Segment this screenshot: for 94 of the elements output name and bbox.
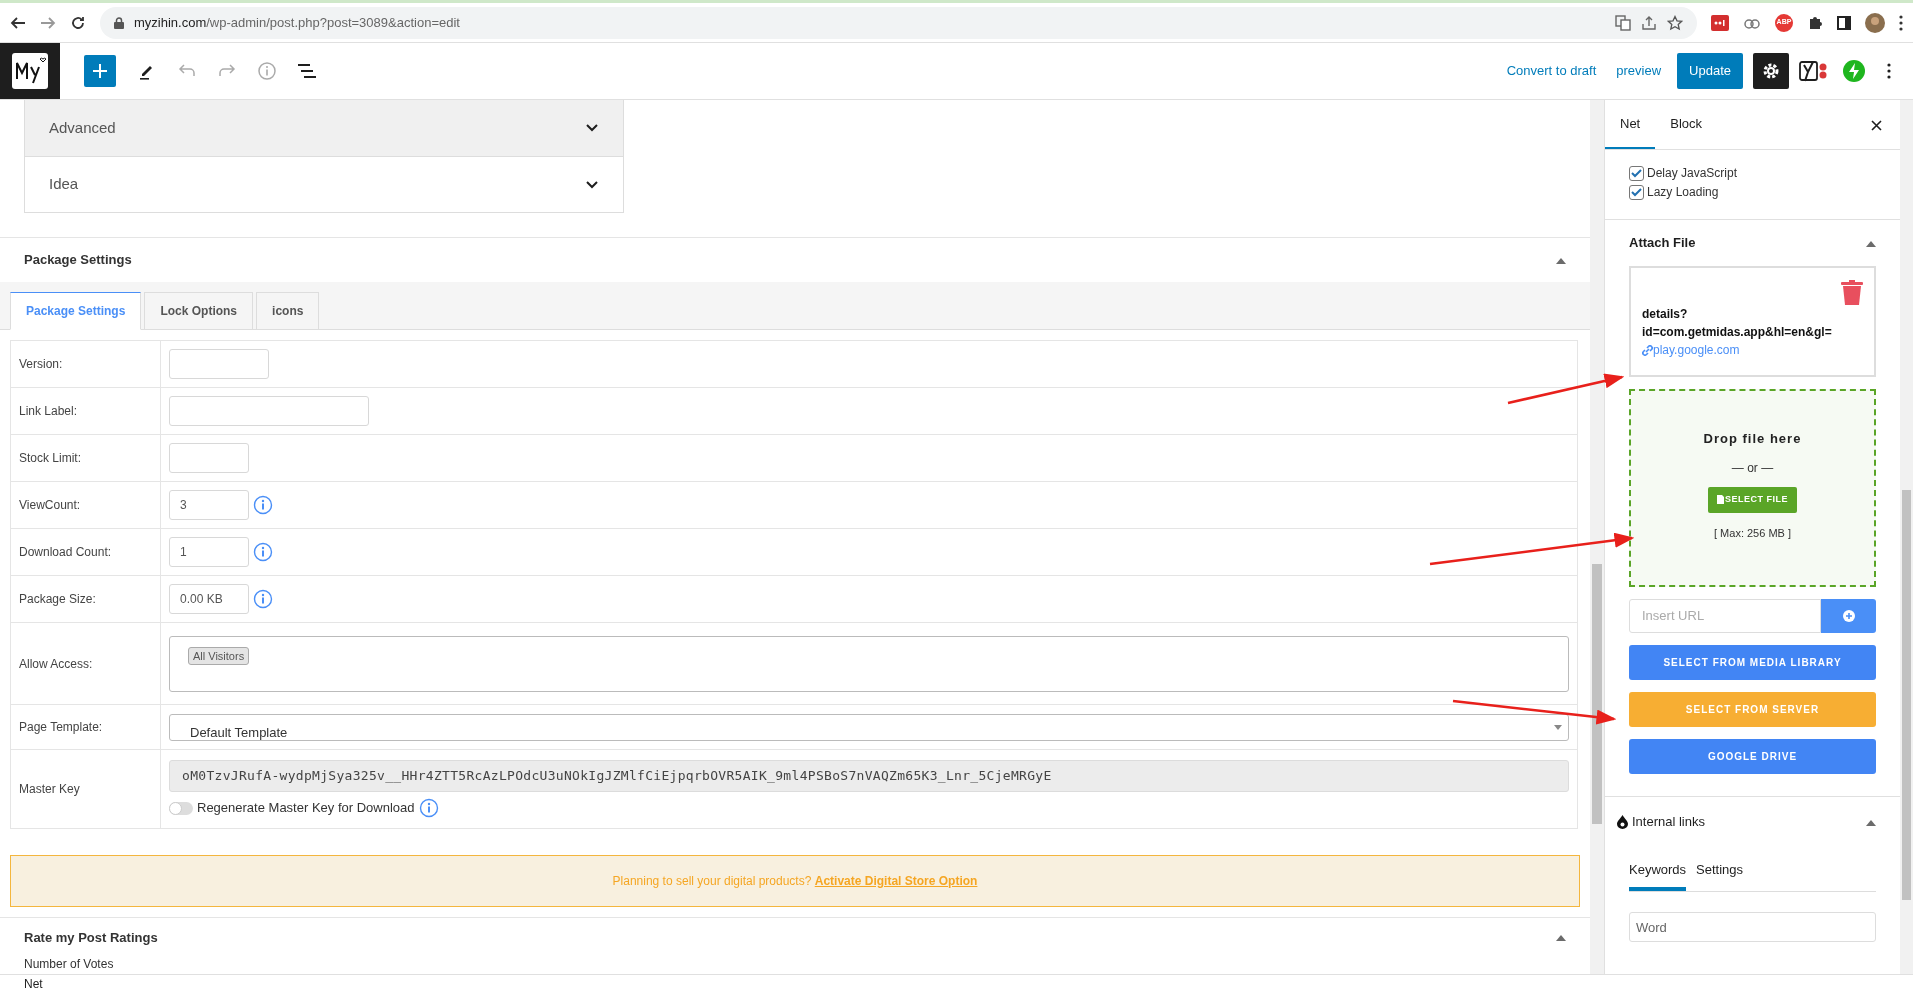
settings-icon (1762, 62, 1780, 80)
collapse-icon[interactable] (1866, 818, 1876, 826)
links-tab[interactable]: Settings (1696, 853, 1744, 891)
drop-zone[interactable]: Drop file here — or — SELECT FILE [ Max: 256 MB ] (1629, 389, 1876, 587)
toggle-label: Regenerate Master Key for Download (197, 799, 415, 818)
list-view-icon[interactable] (298, 64, 316, 78)
lightning-icon[interactable] (1843, 60, 1865, 82)
field-label: Version: (19, 356, 63, 373)
update-button[interactable]: Update (1677, 53, 1743, 89)
drop-or: — or — (1731, 459, 1774, 477)
accordion-item[interactable]: Advanced (25, 100, 623, 156)
convert-to-draft-link[interactable]: Convert to draft (1498, 61, 1605, 81)
collapse-icon[interactable] (1866, 239, 1876, 247)
link-icon (1642, 344, 1653, 356)
sidebar-tab[interactable]: Net (1605, 101, 1656, 149)
close-icon[interactable] (1871, 120, 1882, 131)
field-label: Package Size: (19, 591, 96, 608)
scrollbar-thumb[interactable] (1592, 564, 1602, 824)
template-select[interactable]: Default Template (169, 713, 1569, 741)
drop-title: Drop file here (1703, 430, 1802, 448)
settings-button[interactable] (1753, 53, 1789, 89)
trash-icon[interactable] (1841, 280, 1863, 305)
add-url-button[interactable] (1821, 599, 1876, 633)
avatar-icon[interactable] (1865, 12, 1885, 33)
votes-label: Number of Votes (23, 957, 115, 971)
sidebar-tab[interactable]: Block (1655, 101, 1718, 149)
plus-icon (93, 64, 107, 78)
password-extension-icon[interactable] (1711, 14, 1729, 31)
back-icon[interactable] (10, 14, 26, 31)
scrollbar-thumb[interactable] (1902, 490, 1911, 900)
puzzle-icon[interactable] (1807, 14, 1823, 31)
text-field[interactable] (169, 396, 369, 426)
attach-button[interactable]: GOOGLE DRIVE (1629, 739, 1876, 774)
url-field[interactable]: Insert URL (1629, 599, 1821, 633)
tags-field[interactable]: All Visitors (169, 635, 1569, 692)
max-size-text: [ Max: 256 MB ] (1714, 525, 1791, 541)
site-logo[interactable] (0, 43, 60, 99)
address-bar[interactable]: myzihin.com/wp-admin/post.php?post=3089&action=edit (100, 6, 1697, 39)
file-icon (1717, 495, 1724, 504)
info-icon[interactable] (418, 798, 439, 818)
text-field[interactable] (169, 349, 269, 379)
toggle-switch[interactable] (169, 801, 193, 815)
add-block-button[interactable] (84, 55, 116, 87)
field-label: Link Label: (19, 403, 78, 420)
more-icon[interactable] (1899, 14, 1903, 31)
forward-icon[interactable] (40, 14, 56, 31)
collapse-icon[interactable] (1556, 256, 1566, 264)
field-label: Master Key (19, 781, 80, 798)
side-panel-icon[interactable] (1837, 15, 1851, 30)
text-field[interactable]: 3 (169, 490, 249, 520)
collapse-icon[interactable] (1556, 934, 1566, 941)
field-label: Allow Access: (19, 655, 93, 673)
checkbox[interactable] (1629, 184, 1644, 200)
caret-icon (1554, 724, 1562, 730)
drop-icon (1617, 815, 1628, 829)
star-icon[interactable] (1667, 14, 1683, 31)
attach-button[interactable]: SELECT FROM MEDIA LIBRARY (1629, 645, 1876, 680)
panel-title: Internal links (1632, 813, 1705, 832)
chevron-down-icon (585, 179, 599, 190)
package-tab[interactable]: Lock Options (144, 292, 254, 330)
info-icon[interactable] (253, 495, 273, 515)
links-tab[interactable]: Keywords (1629, 853, 1687, 891)
checkbox-label: Delay JavaScript (1647, 165, 1738, 182)
section-title: Rate my Post Ratings (24, 928, 158, 947)
checkbox[interactable] (1629, 165, 1644, 181)
section-title: Package Settings (24, 251, 132, 270)
plus-circle-icon (1842, 610, 1855, 622)
text-field[interactable] (169, 443, 249, 473)
lock-icon (114, 16, 124, 29)
info-icon[interactable] (253, 589, 273, 609)
share-icon[interactable] (1641, 14, 1657, 31)
notice-text: Planning to sell your digital products? Activate Digital Store Option (612, 873, 978, 890)
field-label: Page Template: (19, 719, 103, 736)
panel-title: Attach File (1629, 234, 1696, 253)
field-label: Stock Limit: (19, 450, 81, 467)
logo-icon (12, 53, 48, 89)
reload-icon[interactable] (70, 14, 86, 31)
master-key-field[interactable]: oM0TzvJRufA-wydpMjSya325v__HHr4ZTT5RcAzLPOdcU3uNOkIgJZMlfCiEjpqrbOVR5AIK_9ml4PSBoS7nVAQZm65K3_Lnr_5CjeMRGyE (169, 760, 1569, 792)
package-tab[interactable]: icons (256, 292, 320, 330)
field-label: Download Count: (19, 544, 112, 561)
keyword-field[interactable]: Word (1629, 912, 1876, 942)
checkbox-label: Lazy Loading (1647, 184, 1719, 201)
url-text: myzihin.com/wp-admin/post.php?post=3089&action=edit (134, 13, 461, 32)
chevron-down-icon (585, 123, 599, 133)
info-icon[interactable] (253, 542, 273, 562)
options-icon[interactable] (1887, 63, 1891, 79)
file-name: details? id=com.getmidas.app&hl=en&gl= (1642, 306, 1833, 341)
preview-link[interactable]: preview (1604, 61, 1674, 81)
text-field[interactable]: 0.00 KB (169, 584, 249, 614)
text-field[interactable]: 1 (169, 537, 249, 567)
access-tag[interactable]: All Visitors (188, 646, 250, 665)
breadcrumb[interactable]: Net (24, 974, 43, 992)
field-label: ViewCount: (19, 497, 81, 514)
seo-plugin-icon[interactable] (1799, 59, 1829, 83)
